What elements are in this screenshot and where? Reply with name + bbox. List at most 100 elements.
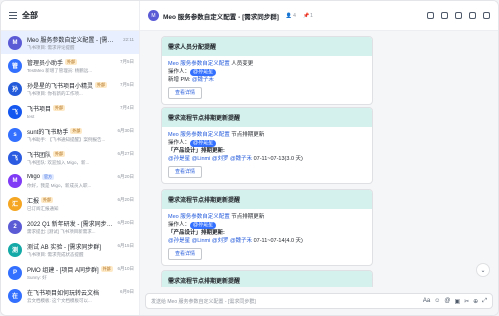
- pin-count[interactable]: 📌 1: [303, 13, 313, 19]
- more-icon[interactable]: [483, 12, 490, 19]
- chat-title: Meo 服务参数自定义配置 - [需求同步群]: [163, 13, 279, 21]
- requirement-link[interactable]: Meo 服务参数自定义配置: [168, 132, 230, 138]
- chat-list-item[interactable]: 孙孙是星的飞书项目小精灵 外部 7月5日 飞书项目: 你有新的工作项...: [1, 77, 139, 100]
- operator-mention[interactable]: @孙是星: [190, 69, 217, 76]
- chat-list-item[interactable]: 在在飞书项目如何玩转云文档 6月9日 云文档模板: 这个文档模板可以...: [1, 284, 139, 307]
- chat-panel: M Meo 服务参数自定义配置 - [需求同步群] 👤 4 📌 1 需求人员分配提醒…: [140, 1, 498, 315]
- avatar: 在: [8, 288, 22, 303]
- chat-preview: 飞书项目: 你有新的工作项...: [27, 90, 83, 96]
- chat-list-item[interactable]: P PMO 组建 - [项目 A同步群] 外部 6月10日 Sunny: 好: [1, 261, 139, 284]
- avatar: M: [8, 173, 22, 188]
- sidebar-title: 全部: [22, 11, 38, 20]
- assignee-mentions[interactable]: @孙是星 @Linmi @刘罗 @魏子禾: [168, 156, 252, 162]
- chat-name: 孙是星的飞书项目小精灵: [27, 83, 94, 90]
- chat-list-item[interactable]: 管管理员小助手 外部 7月5日 TestMeo 新增了管理员: 杨鹏远...: [1, 54, 139, 77]
- chat-time: 7月5日: [119, 59, 134, 64]
- requirement-link[interactable]: Meo 服务参数自定义配置: [168, 61, 230, 67]
- chat-list-item[interactable]: 飞飞书项目 外部 7月4日 test: [1, 100, 139, 123]
- chat-list-item[interactable]: M Migo 官方 6月20日你好，我是 Migo，新成员入职...: [1, 169, 139, 192]
- avatar: 汇: [8, 196, 22, 211]
- chat-time: 6月30日: [117, 128, 134, 133]
- chat-name: 管理员小助手: [27, 60, 64, 67]
- docs-icon[interactable]: [441, 12, 448, 19]
- chat-settings-icon[interactable]: [469, 12, 476, 19]
- chat-list-item[interactable]: 测测试 AB 实验 - [需求同步群] 6月15日 飞书项目: 需求完成状态提醒: [1, 238, 139, 261]
- chat-preview: 飞书项目: 需求完成状态提醒: [27, 251, 84, 257]
- chat-name: 汇报: [27, 198, 40, 205]
- view-details-button[interactable]: 查看详情: [168, 248, 203, 260]
- card-title: 需求流程节点排期更新提醒: [162, 271, 372, 287]
- requirement-link[interactable]: Meo 服务参数自定义配置: [168, 214, 230, 220]
- chat-tag-badge: 官方: [42, 174, 55, 180]
- add-member-icon[interactable]: [455, 12, 462, 19]
- format-icon[interactable]: Aa: [423, 298, 430, 305]
- chat-list-item[interactable]: 飞飞书团队 外部 6月27日 飞书团队: 欢迎加入 Migo，新...: [1, 146, 139, 169]
- chat-name: 测试 AB 实验 - [需求同步群]: [27, 244, 102, 251]
- chat-tag-badge: 外部: [65, 59, 78, 65]
- avatar: M: [8, 35, 22, 50]
- chat-tag-badge: 外部: [70, 128, 83, 134]
- schedule-dates: 07-11~07-14(4.0 天): [252, 238, 303, 244]
- chat-tag-badge: 外部: [41, 197, 54, 203]
- pm-mention[interactable]: @魏子禾: [192, 77, 214, 83]
- chat-tag-badge: 外部: [95, 82, 108, 88]
- chat-tag-badge: 外部: [53, 105, 66, 111]
- add-icon[interactable]: ⊕: [473, 298, 478, 305]
- chat-list-item[interactable]: 2 2022 Q1 新年研发 - [需求同步群] 6月20日 需求提出: [测试] 飞…: [1, 215, 139, 238]
- chat-list-item[interactable]: M Meo 服务参数自定义配置 - [需求同步群]22:11 飞书项目: 需求评论提…: [1, 31, 139, 54]
- chat-list-item[interactable]: s sunt的飞书助手 外部 6月30日飞书助手: 【飞书通知提醒】案例报告...: [1, 123, 139, 146]
- chat-name: 飞书团队: [27, 152, 52, 159]
- avatar: s: [8, 127, 22, 142]
- chat-name: Meo 服务参数自定义配置 - [需求同步群]: [27, 37, 120, 44]
- chat-time: 6月27日: [117, 151, 134, 156]
- avatar: 飞: [8, 104, 22, 119]
- avatar: 管: [8, 58, 22, 73]
- schedule-dates: 07-11~07-13(3.0 天): [252, 156, 303, 162]
- operator-mention[interactable]: @孙是星: [190, 222, 217, 229]
- chat-time: 6月20日: [117, 197, 134, 202]
- avatar: P: [8, 265, 22, 280]
- menu-icon[interactable]: [9, 12, 17, 19]
- avatar: 飞: [8, 150, 22, 165]
- chat-tag-badge: 外部: [53, 151, 66, 157]
- assignee-mentions[interactable]: @孙是星 @Linmi @刘罗 @魏子禾: [168, 238, 252, 244]
- chat-list-item[interactable]: 汇汇报 外部 6月20日已订阅汇报通知: [1, 192, 139, 215]
- chat-name: 飞书项目: [27, 106, 52, 113]
- message-card: 需求流程节点排期更新提醒: [161, 270, 373, 287]
- header-actions: [427, 12, 490, 19]
- chat-preview: TestMeo 新增了管理员: 杨鹏远...: [27, 67, 93, 73]
- emoji-icon[interactable]: ☺: [434, 298, 440, 305]
- chat-time: 6月10日: [117, 266, 134, 271]
- avatar: 2: [8, 219, 22, 234]
- schedule-section: 「产品设计」排期更新:: [168, 230, 225, 236]
- scroll-to-bottom-button[interactable]: ⌄: [476, 263, 490, 277]
- chat-name: sunt的飞书助手: [27, 129, 69, 136]
- chat-tag-badge: 外部: [100, 266, 113, 272]
- message-composer[interactable]: 发送给 Meo 服务参数自定义配置 - [需求同步群] Aa ☺ @ ▣ ✂ ⊕…: [145, 293, 493, 309]
- operator-mention[interactable]: @孙是星: [190, 140, 217, 147]
- chat-preview: 飞书助手: 【飞书通知提醒】案例报告...: [27, 136, 106, 142]
- chat-preview: 你好，我是 Migo，新成员入职...: [27, 182, 92, 188]
- card-title: 需求流程节点排期更新提醒: [162, 190, 372, 209]
- chat-preview: 已订阅汇报通知: [27, 205, 59, 211]
- expand-icon[interactable]: ⤢: [482, 298, 487, 305]
- chat-preview: Sunny: 好: [27, 274, 47, 280]
- chat-time: 6月9日: [119, 289, 134, 294]
- card-title: 需求流程节点排期更新提醒: [162, 108, 372, 127]
- scissors-icon[interactable]: ✂: [464, 298, 469, 305]
- avatar: 测: [8, 242, 22, 257]
- video-call-icon[interactable]: [427, 12, 434, 19]
- image-icon[interactable]: ▣: [454, 298, 460, 305]
- chat-time: 7月5日: [119, 82, 134, 87]
- view-details-button[interactable]: 查看详情: [168, 87, 203, 99]
- group-avatar[interactable]: M: [148, 10, 159, 21]
- chat-time: 6月20日: [117, 220, 134, 225]
- chat-time: 6月20日: [117, 174, 134, 179]
- member-count[interactable]: 👤 4: [286, 13, 296, 19]
- chat-preview: test: [27, 113, 35, 119]
- chat-name: Migo: [27, 174, 41, 180]
- sidebar-header[interactable]: 全部: [1, 1, 139, 31]
- message-area: 需求人员分配提醒 Meo 服务参数自定义配置 人员变更 操作人： @孙是星 新增 …: [140, 32, 498, 287]
- mention-icon[interactable]: @: [444, 298, 450, 305]
- view-details-button[interactable]: 查看详情: [168, 166, 203, 178]
